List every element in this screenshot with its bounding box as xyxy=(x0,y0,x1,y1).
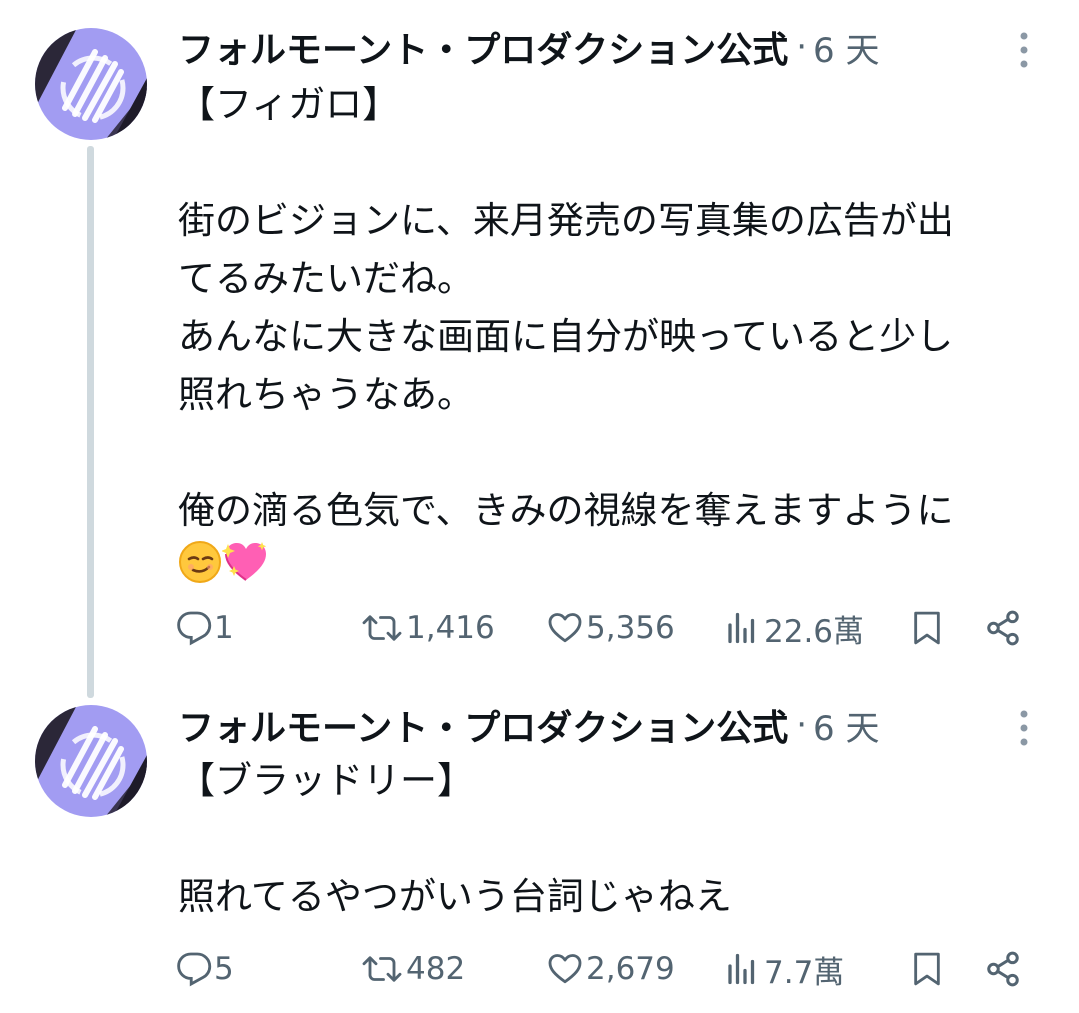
share-icon xyxy=(987,951,1019,987)
heart-icon xyxy=(548,613,582,643)
heart-icon xyxy=(548,954,582,984)
post-text-content: 【ブラッドリー】 照れてるやつがいう台詞じゃねえ xyxy=(178,759,732,918)
speech-bubble-icon xyxy=(177,611,212,646)
share-icon xyxy=(987,610,1019,646)
share-button[interactable] xyxy=(984,606,1022,650)
view-count: 22.6萬 xyxy=(764,613,865,650)
repost-count: 482 xyxy=(406,951,466,987)
repost-arrows-icon xyxy=(362,956,402,982)
share-button[interactable] xyxy=(984,947,1022,991)
avatar[interactable] xyxy=(35,28,147,140)
bookmark-icon xyxy=(914,611,940,645)
avatar-image xyxy=(35,28,147,140)
like-button[interactable]: 2,679 xyxy=(546,947,675,991)
post-time[interactable]: 6 天 xyxy=(813,23,879,72)
bookmark-button[interactable] xyxy=(910,606,944,650)
views-button[interactable]: 22.6萬 xyxy=(722,606,864,650)
reply-count: 1 xyxy=(214,610,234,646)
avatar-image xyxy=(35,705,147,817)
author-name[interactable]: フォルモーント・プロダクション公式 xyxy=(178,699,788,751)
thread-line xyxy=(87,146,94,698)
post-time[interactable]: 6 天 xyxy=(813,701,879,750)
header-separator: · xyxy=(796,705,808,745)
bookmark-icon xyxy=(914,952,940,986)
reply-button[interactable]: 5 xyxy=(176,947,234,991)
more-vertical-icon xyxy=(1020,710,1028,746)
post-text-content: 【フィガロ】 街のビジョンに、来月発売の写真集の広告が出 てるみたいだね。 あん… xyxy=(178,83,954,532)
post-text: 【フィガロ】 街のビジョンに、来月発売の写真集の広告が出 てるみたいだね。 あん… xyxy=(178,76,954,601)
repost-button[interactable]: 1,416 xyxy=(360,606,495,650)
like-button[interactable]: 5,356 xyxy=(546,606,675,650)
speech-bubble-icon xyxy=(177,952,212,987)
avatar[interactable] xyxy=(35,705,147,817)
action-bar: 5 482 2,679 7.7萬 xyxy=(176,947,1056,991)
bookmark-button[interactable] xyxy=(910,947,944,991)
like-count: 5,356 xyxy=(586,610,675,646)
post-header: フォルモーント・プロダクション公式 · 6 天 xyxy=(178,22,879,72)
post-text: 【ブラッドリー】 照れてるやつがいう台詞じゃねえ xyxy=(178,752,732,926)
sparkling-heart-emoji xyxy=(221,540,270,601)
post-1[interactable]: フォルモーント・プロダクション公式 · 6 天 【フィガロ】 街のビジョンに、来… xyxy=(0,0,1079,700)
author-name[interactable]: フォルモーント・プロダクション公式 xyxy=(178,21,788,73)
reply-button[interactable]: 1 xyxy=(176,606,234,650)
more-vertical-icon xyxy=(1020,32,1028,68)
bar-chart-icon xyxy=(728,612,755,644)
smirking-face-emoji xyxy=(178,540,222,601)
reply-count: 5 xyxy=(214,951,234,987)
view-count: 7.7萬 xyxy=(764,954,845,991)
repost-button[interactable]: 482 xyxy=(360,947,465,991)
action-bar: 1 1,416 5,356 22.6萬 xyxy=(176,606,1056,650)
bar-chart-icon xyxy=(728,953,755,985)
header-separator: · xyxy=(796,27,808,67)
repost-count: 1,416 xyxy=(406,610,495,646)
views-button[interactable]: 7.7萬 xyxy=(722,947,844,991)
post-header: フォルモーント・プロダクション公式 · 6 天 xyxy=(178,700,879,750)
post-2[interactable]: フォルモーント・プロダクション公式 · 6 天 【ブラッドリー】 照れてるやつが… xyxy=(0,700,1079,1013)
more-button[interactable] xyxy=(1016,708,1032,748)
like-count: 2,679 xyxy=(586,951,675,987)
more-button[interactable] xyxy=(1016,30,1032,70)
repost-arrows-icon xyxy=(362,615,402,641)
